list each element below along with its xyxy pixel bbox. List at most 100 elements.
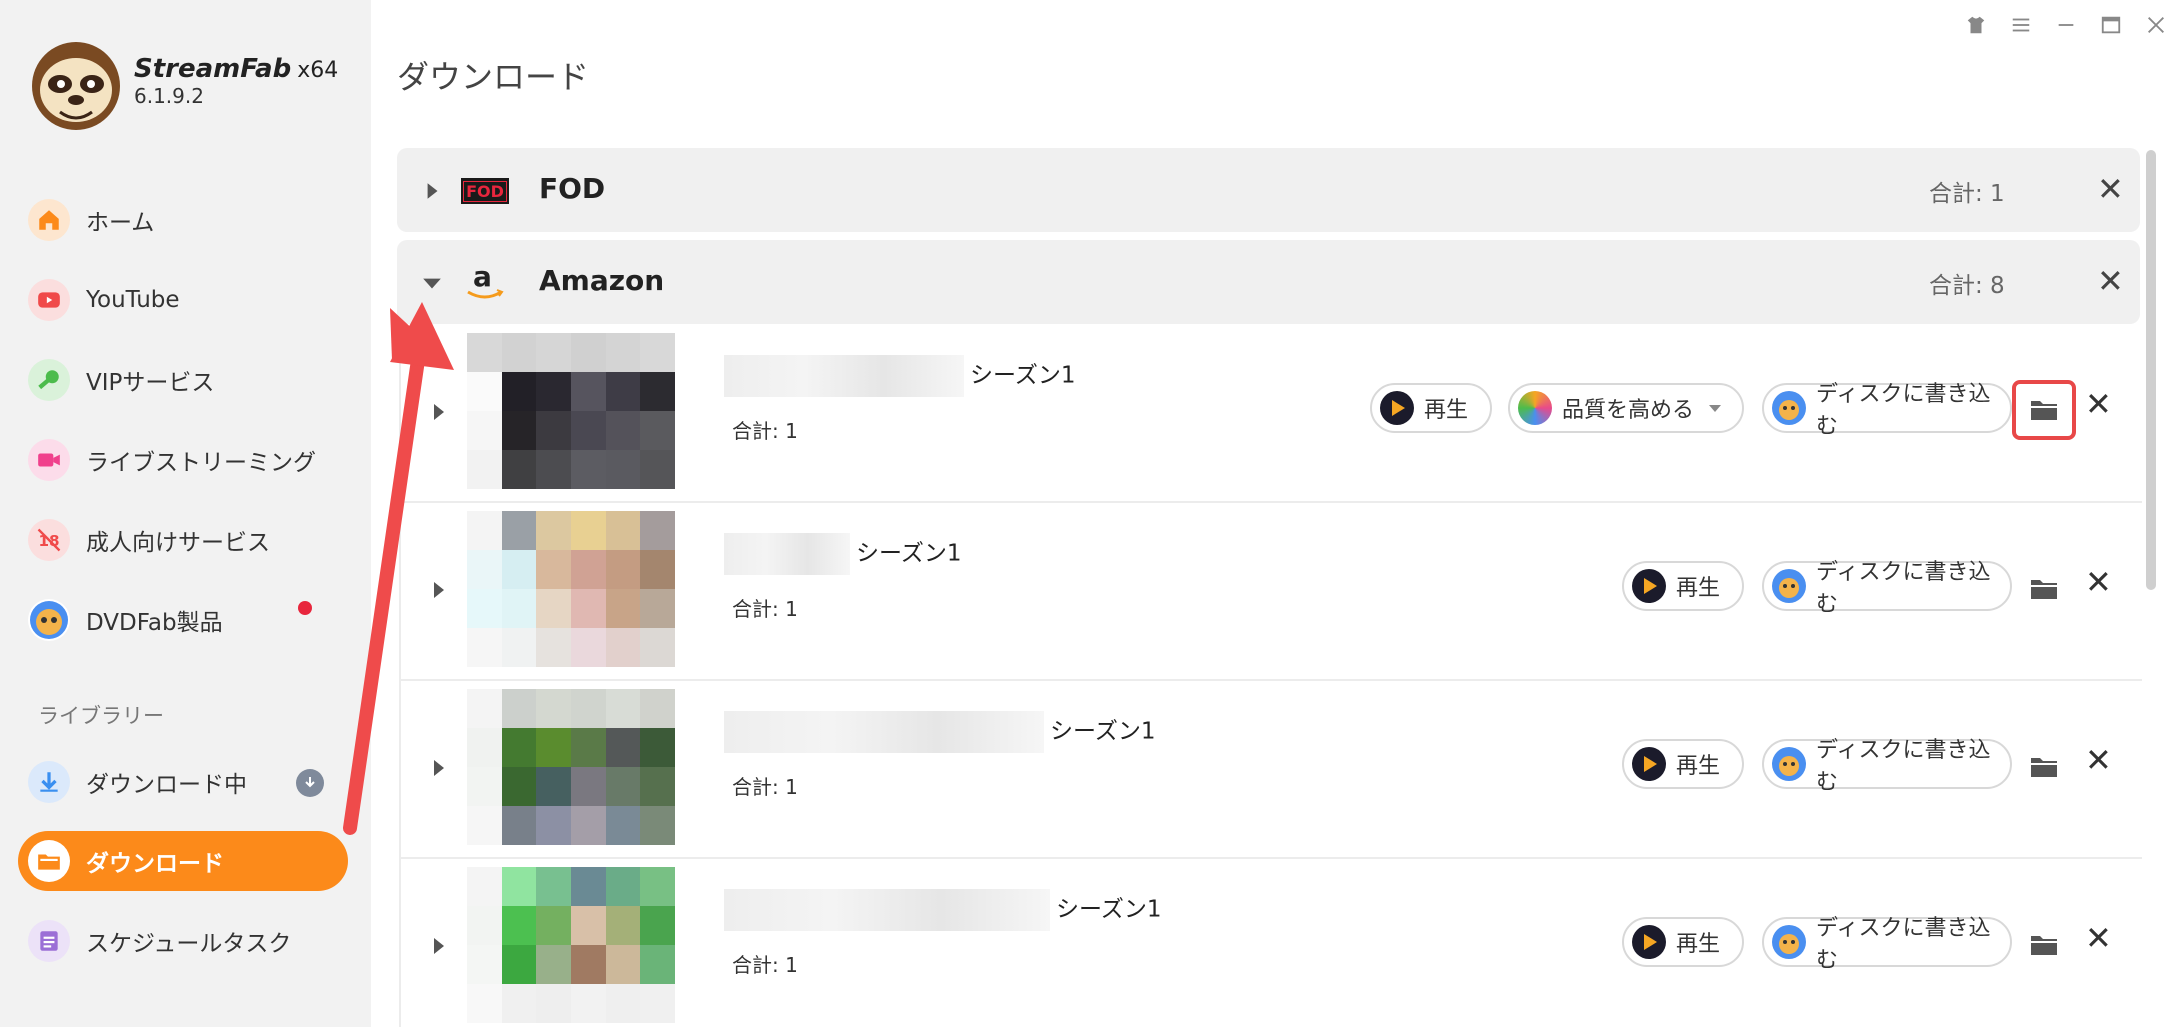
streamfab-logo [32,42,120,130]
sidebar-item-label: ダウンロード [86,851,224,877]
key-icon [28,359,70,401]
sidebar-item-label: YouTube [86,287,180,313]
burn-to-disc-button[interactable]: ディスクに書き込む [1762,738,2012,795]
dvdfab-icon [1772,747,1806,781]
sidebar-item-label: ライブストリーミング [86,450,316,476]
sidebar-item-label: DVDFab製品 [86,610,223,636]
scrollbar[interactable] [2146,150,2156,590]
play-button[interactable]: 再生 [1622,561,1744,611]
group-total: 合計: 8 [1929,273,2005,299]
open-folder-button[interactable] [2014,739,2074,795]
burn-to-disc-button[interactable]: ディスクに書き込む [1762,382,2012,439]
download-badge-icon [296,769,324,797]
group-name: Amazon [539,264,665,297]
amazon-logo-icon: a [463,260,507,304]
list-item[interactable]: シーズン1 合計: 1 再生 品質を高める ディスクに書き込む ✕ [399,325,2142,503]
open-folder-button[interactable] [2014,917,2074,973]
play-icon [1632,569,1666,603]
sidebar-item-schedule[interactable]: スケジュールタスク [18,911,348,971]
open-folder-button[interactable] [2014,561,2074,617]
folder-icon [2031,758,2057,777]
remove-item-button[interactable]: ✕ [2085,741,2112,779]
video-camera-icon [28,439,70,481]
fod-logo-icon: FOD [461,178,509,204]
row-total: 合計: 1 [732,775,798,799]
play-button[interactable]: 再生 [1622,739,1744,789]
app-name: StreamFab x64 [134,54,339,84]
sidebar-item-label: スケジュールタスク [86,931,292,957]
app-version: 6.1.9.2 [134,84,204,108]
enhance-icon [1518,391,1552,425]
sidebar-item-label: VIPサービス [86,370,215,396]
sidebar-item-dvdfab[interactable]: DVDFab製品 [18,590,348,650]
burn-to-disc-button[interactable]: ディスクに書き込む [1762,560,2012,617]
dvdfab-icon [1772,391,1806,425]
play-button[interactable]: 再生 [1622,917,1744,967]
expand-arrow-icon[interactable] [431,579,447,601]
enhance-quality-dropdown[interactable]: 品質を高める [1508,383,1744,433]
expand-arrow-icon[interactable] [431,401,447,423]
group-total: 合計: 1 [1929,181,2005,207]
dvdfab-icon [28,599,70,641]
maximize-icon[interactable] [2096,10,2126,40]
thumbnail [467,511,675,667]
dvdfab-icon [1772,925,1806,959]
page-title: ダウンロード [397,58,590,96]
sidebar-item-vip[interactable]: VIPサービス [18,350,348,410]
row-total: 合計: 1 [732,419,798,443]
expand-arrow-icon[interactable] [431,757,447,779]
thumbnail [467,689,675,845]
sidebar-item-downloaded[interactable]: ダウンロード [18,831,348,891]
group-header-fod[interactable]: FOD FOD 合計: 1 ✕ [397,148,2140,232]
dvdfab-icon [1772,569,1806,603]
remove-item-button[interactable]: ✕ [2085,563,2112,601]
skin-shirt-icon[interactable] [1961,10,1991,40]
folder-icon [28,840,70,882]
expand-arrow-icon[interactable] [431,935,447,957]
expand-arrow-icon[interactable] [421,180,443,202]
list-item[interactable]: シーズン1 合計: 1 再生 ディスクに書き込む ✕ [399,503,2142,681]
collapse-arrow-icon[interactable] [421,272,443,294]
folder-icon [2031,580,2057,599]
open-folder-button[interactable] [2012,380,2076,440]
youtube-icon [28,279,70,321]
play-button[interactable]: 再生 [1370,383,1492,433]
thumbnail [467,867,675,1023]
sidebar-item-label: ホーム [86,210,155,236]
play-icon [1380,391,1414,425]
chevron-down-icon [1709,405,1722,412]
sidebar-item-home[interactable]: ホーム [18,190,348,250]
folder-icon [2031,401,2057,420]
notification-dot [298,601,312,615]
download-arrow-icon [28,761,70,803]
group-header-amazon[interactable]: a Amazon 合計: 8 ✕ [397,240,2140,324]
remove-item-button[interactable]: ✕ [2085,385,2112,423]
sidebar-item-label: ダウンロード中 [86,772,247,798]
list-item[interactable]: シーズン1 合計: 1 再生 ディスクに書き込む ✕ [399,859,2142,1027]
sidebar-item-live-streaming[interactable]: ライブストリーミング [18,430,348,490]
menu-icon[interactable] [2006,10,2036,40]
folder-icon [2031,936,2057,955]
remove-item-button[interactable]: ✕ [2085,919,2112,957]
close-icon[interactable]: ✕ [2097,170,2124,208]
play-icon [1632,925,1666,959]
schedule-list-icon [28,920,70,962]
play-icon [1632,747,1666,781]
burn-to-disc-button[interactable]: ディスクに書き込む [1762,916,2012,973]
row-title: シーズン1 [724,711,1155,753]
minimize-icon[interactable] [2051,10,2081,40]
home-icon [28,199,70,241]
close-window-icon[interactable] [2141,10,2171,40]
library-section-label: ライブラリー [38,704,164,728]
close-icon[interactable]: ✕ [2097,262,2124,300]
row-title: シーズン1 [724,889,1161,931]
sidebar-item-youtube[interactable]: YouTube [18,270,348,330]
row-title: シーズン1 [724,533,961,575]
list-item[interactable]: シーズン1 合計: 1 再生 ディスクに書き込む ✕ [399,681,2142,859]
thumbnail [467,333,675,489]
row-total: 合計: 1 [732,597,798,621]
sidebar-item-label: 成人向けサービス [86,530,270,556]
sidebar-item-adult[interactable]: 18 成人向けサービス [18,510,348,570]
sidebar: StreamFab x64 6.1.9.2 ホーム YouTube VIPサービス… [0,0,371,1027]
row-total: 合計: 1 [732,953,798,977]
